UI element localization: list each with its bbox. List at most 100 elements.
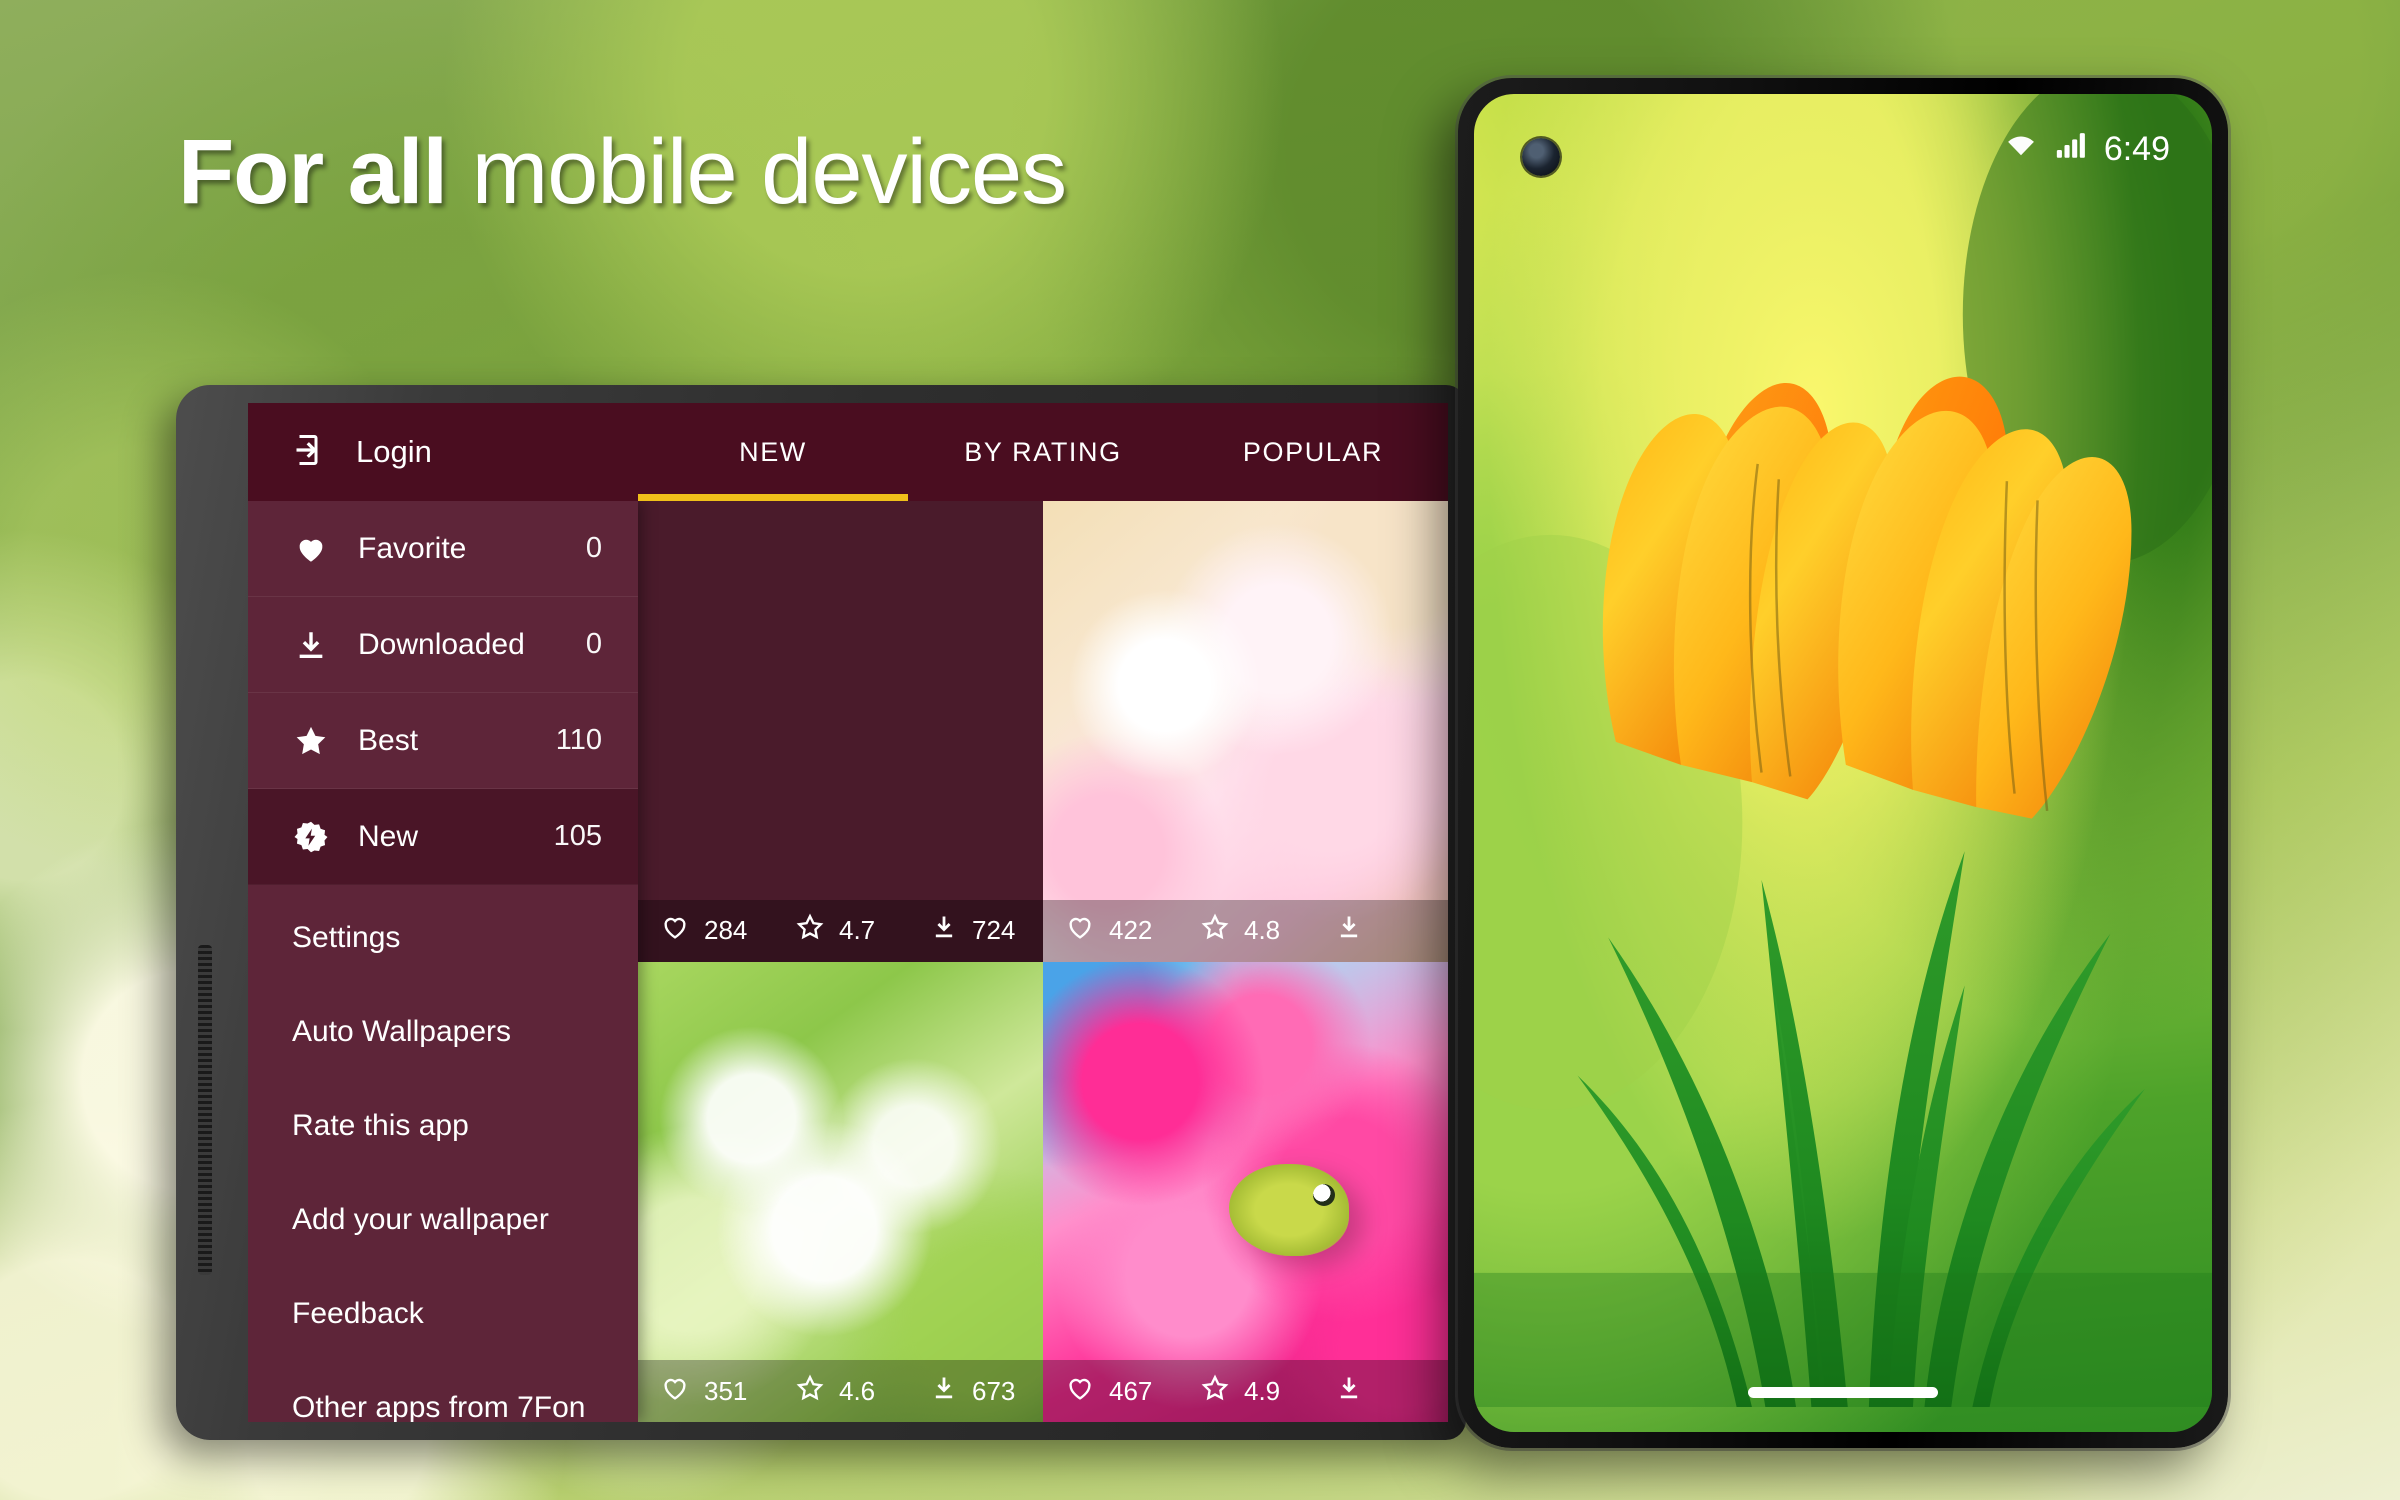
sidebar-label: Other apps from 7Fon: [292, 1391, 586, 1422]
sidebar-count: 110: [555, 724, 602, 756]
download-icon: [292, 628, 330, 662]
likes-stat: 351: [638, 1373, 773, 1410]
sidebar-label: Settings: [292, 921, 401, 954]
sidebar-count: 0: [585, 532, 602, 564]
sidebar-item-auto-wallpapers[interactable]: Auto Wallpapers: [248, 985, 638, 1079]
wallpaper-stats: 284 4.7 724: [638, 899, 1043, 962]
sidebar-item-other-apps[interactable]: Other apps from 7Fon: [248, 1361, 638, 1422]
content-area: Favorite 0 Downloaded 0 Best 110 New 105…: [248, 501, 1448, 1422]
wallpaper-thumbnail: [638, 961, 1043, 1422]
headline-bold: For all: [178, 121, 448, 223]
wallpaper-grid: 284 4.7 724 422 4.8 351 4.6 673 467 4.9: [638, 501, 1448, 1422]
sidebar-item-best[interactable]: Best 110: [248, 693, 638, 789]
wallpaper-card[interactable]: 467 4.9: [1043, 961, 1448, 1422]
app-bar: Login NEW BY RATING POPULAR: [248, 403, 1448, 501]
home-indicator[interactable]: [1748, 1387, 1938, 1398]
wallpaper-stats: 351 4.6 673: [638, 1360, 1043, 1422]
rating-stat: 4.8: [1178, 912, 1313, 949]
downloads-value: 673: [972, 1375, 1016, 1406]
download-icon: [1335, 913, 1363, 948]
promo-background: For all mobile devices Login NEW BY RATI…: [0, 0, 2400, 1500]
rating-value: 4.6: [839, 1375, 876, 1406]
sidebar-label: Downloaded: [358, 627, 525, 661]
star-outline-icon: [795, 1373, 825, 1410]
downloads-stat: [1313, 1374, 1448, 1409]
star-outline-icon: [1200, 912, 1230, 949]
rating-value: 4.9: [1244, 1375, 1281, 1406]
tab-by-rating[interactable]: BY RATING: [908, 403, 1178, 501]
sidebar-count: 0: [585, 628, 602, 660]
sidebar-item-downloaded[interactable]: Downloaded 0: [248, 597, 638, 693]
headline-light: mobile devices: [471, 121, 1068, 223]
wallpaper-stats: 467 4.9: [1043, 1360, 1448, 1422]
download-icon: [930, 1374, 958, 1409]
signal-bars-icon: [2054, 128, 2088, 171]
sidebar-label: Rate this app: [292, 1109, 469, 1142]
login-button[interactable]: Login: [248, 403, 638, 501]
likes-stat: 284: [638, 912, 773, 949]
front-camera-punch-hole: [1522, 138, 1560, 176]
rating-value: 4.8: [1244, 915, 1281, 945]
wifi-icon: [2004, 128, 2038, 171]
sidebar-item-feedback[interactable]: Feedback: [248, 1267, 638, 1361]
heart-outline-icon: [1065, 1373, 1095, 1410]
heart-icon: [292, 532, 330, 566]
wallpaper-stats: 422 4.8: [1043, 899, 1448, 962]
sidebar-item-favorite[interactable]: Favorite 0: [248, 501, 638, 597]
wallpaper-thumbnail: [1043, 501, 1448, 962]
downloads-stat: 673: [908, 1374, 1043, 1409]
crocus-wallpaper: [1474, 94, 2212, 1408]
likes-value: 422: [1109, 915, 1153, 945]
phone-screen: 6:49: [1474, 94, 2212, 1432]
sidebar-item-rate-this-app[interactable]: Rate this app: [248, 1079, 638, 1173]
bird-decoration: [1229, 1164, 1350, 1257]
star-icon: [292, 723, 330, 759]
sidebar-item-add-your-wallpaper[interactable]: Add your wallpaper: [248, 1173, 638, 1267]
sidebar-label: Favorite: [358, 531, 467, 565]
downloads-stat: [1313, 913, 1448, 948]
downloads-stat: 724: [908, 913, 1043, 948]
rating-value: 4.7: [839, 915, 876, 945]
tablet-screen: Login NEW BY RATING POPULAR Favorite 0 D…: [248, 403, 1448, 1422]
rating-stat: 4.6: [773, 1373, 908, 1410]
login-arrow-icon: [292, 432, 328, 473]
sidebar-label: Auto Wallpapers: [292, 1015, 511, 1048]
page-title: For all mobile devices: [178, 126, 1067, 218]
heart-outline-icon: [660, 1373, 690, 1410]
tab-new[interactable]: NEW: [638, 403, 908, 501]
star-outline-icon: [1200, 1373, 1230, 1410]
wallpaper-card[interactable]: 284 4.7 724: [638, 501, 1043, 962]
status-time: 6:49: [2103, 130, 2170, 168]
sidebar-label: Best: [358, 723, 419, 757]
status-bar: 6:49: [2004, 128, 2170, 171]
likes-stat: 422: [1043, 912, 1178, 949]
download-icon: [1335, 1374, 1363, 1409]
rating-stat: 4.7: [773, 912, 908, 949]
login-label: Login: [356, 434, 432, 469]
new-badge-icon: [292, 819, 330, 855]
wallpaper-card[interactable]: 422 4.8: [1043, 501, 1448, 962]
downloads-value: 724: [972, 915, 1016, 945]
sidebar-item-settings[interactable]: Settings: [248, 891, 638, 985]
likes-stat: 467: [1043, 1373, 1178, 1410]
rating-stat: 4.9: [1178, 1373, 1313, 1410]
tablet-device: Login NEW BY RATING POPULAR Favorite 0 D…: [176, 385, 1466, 1440]
sidebar-label: New: [358, 819, 419, 853]
tab-bar: NEW BY RATING POPULAR: [638, 403, 1448, 501]
sidebar-count: 105: [553, 820, 602, 852]
likes-value: 284: [704, 915, 748, 945]
sidebar-label: Feedback: [292, 1297, 424, 1330]
likes-value: 351: [704, 1375, 748, 1406]
star-outline-icon: [795, 912, 825, 949]
sidebar-item-new[interactable]: New 105: [248, 789, 638, 885]
navigation-drawer: Favorite 0 Downloaded 0 Best 110 New 105…: [248, 501, 638, 1422]
likes-value: 467: [1109, 1375, 1153, 1406]
download-icon: [930, 913, 958, 948]
wallpaper-thumbnail: [638, 501, 1043, 962]
wallpaper-card[interactable]: 351 4.6 673: [638, 961, 1043, 1422]
sidebar-label: Add your wallpaper: [292, 1203, 549, 1236]
heart-outline-icon: [660, 912, 690, 949]
heart-outline-icon: [1065, 912, 1095, 949]
phone-device: 6:49: [1458, 78, 2228, 1448]
tab-popular[interactable]: POPULAR: [1178, 403, 1448, 501]
